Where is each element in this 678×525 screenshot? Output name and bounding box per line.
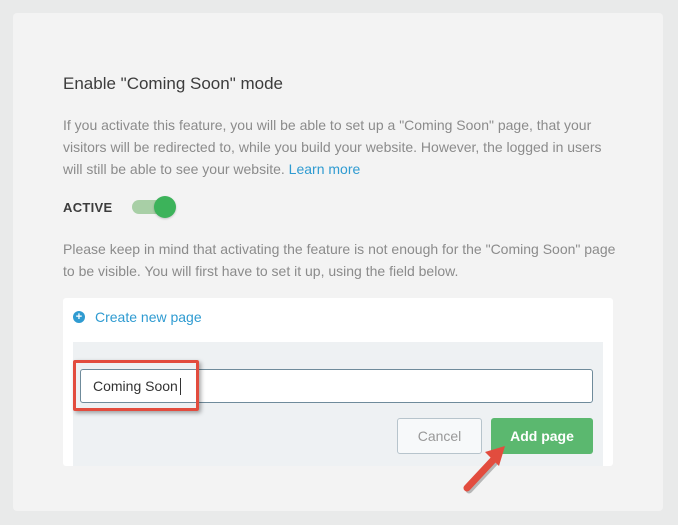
- setup-note: Please keep in mind that activating the …: [63, 241, 616, 279]
- create-page-panel: + Create new page Cancel Add page: [63, 298, 613, 466]
- coming-soon-toggle[interactable]: [130, 196, 177, 218]
- new-page-form: Cancel Add page: [73, 342, 603, 466]
- learn-more-link[interactable]: Learn more: [289, 161, 361, 177]
- section-description: If you activate this feature, you will b…: [63, 114, 623, 180]
- cancel-button[interactable]: Cancel: [397, 418, 482, 454]
- toggle-knob: [154, 196, 177, 218]
- section-title: Enable "Coming Soon" mode: [63, 74, 283, 93]
- create-new-page-label: Create new page: [95, 309, 202, 325]
- page-name-input[interactable]: [80, 369, 593, 403]
- plus-circle-icon: +: [73, 311, 85, 323]
- create-new-page-link[interactable]: + Create new page: [73, 309, 202, 325]
- active-status-row: ACTIVE: [63, 196, 177, 218]
- text-caret: [180, 378, 181, 395]
- settings-card: Enable "Coming Soon" mode If you activat…: [13, 13, 663, 511]
- add-page-button[interactable]: Add page: [491, 418, 593, 454]
- active-label: ACTIVE: [63, 199, 113, 215]
